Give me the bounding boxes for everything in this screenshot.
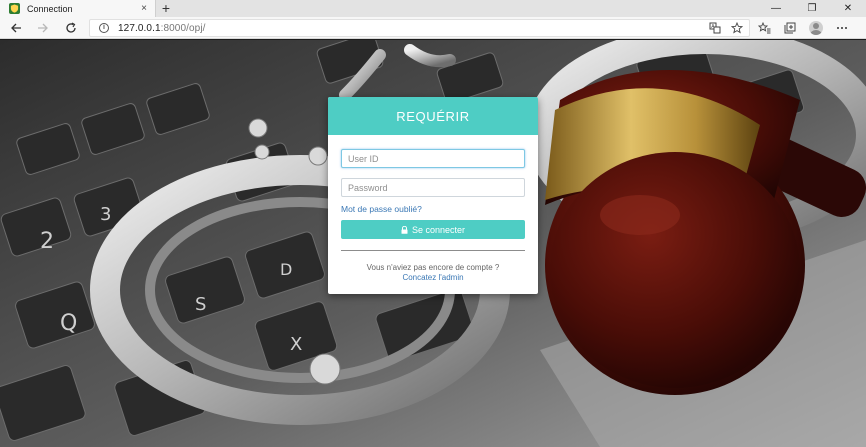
star-icon[interactable]	[731, 22, 743, 34]
refresh-button[interactable]	[62, 19, 80, 37]
browser-toolbar: i 127.0.0.1:8000/opj/ A	[0, 17, 866, 39]
address-bar[interactable]: i 127.0.0.1:8000/opj/ A	[89, 19, 750, 37]
divider	[341, 250, 525, 251]
svg-text:3: 3	[100, 204, 111, 225]
forward-button[interactable]	[34, 19, 52, 37]
minimize-button[interactable]: —	[758, 0, 794, 17]
forgot-password-link[interactable]: Mot de passe oublié?	[341, 204, 422, 214]
svg-text:S: S	[195, 294, 206, 315]
no-account-text: Vous n'aviez pas encore de compte ?	[366, 263, 500, 272]
tab-bar: Connection × + — ❐ ✕	[0, 0, 866, 17]
avatar	[809, 21, 823, 35]
login-button[interactable]: Se connecter	[341, 220, 525, 239]
login-card: REQUÉRIR Mot de passe oublié? Se connect…	[328, 97, 538, 294]
browser-tab[interactable]: Connection ×	[0, 0, 156, 17]
close-window-button[interactable]: ✕	[830, 0, 866, 17]
tab-close-icon[interactable]: ×	[137, 3, 151, 14]
user-id-input[interactable]	[341, 149, 525, 168]
info-icon[interactable]: i	[99, 23, 109, 33]
lock-icon	[401, 225, 408, 234]
login-button-label: Se connecter	[411, 224, 466, 235]
favorites-icon[interactable]	[755, 19, 773, 37]
refresh-icon	[66, 22, 76, 33]
contact-admin-link[interactable]: Concatez l'admin	[328, 273, 538, 282]
new-tab-button[interactable]: +	[159, 0, 173, 17]
back-button[interactable]	[7, 19, 25, 37]
password-input[interactable]	[341, 178, 525, 197]
translate-icon[interactable]: A	[709, 22, 721, 34]
svg-text:X: X	[290, 334, 302, 355]
back-arrow-icon	[11, 23, 21, 33]
svg-text:Q: Q	[60, 311, 77, 336]
forward-arrow-icon	[38, 23, 48, 33]
profile-icon[interactable]	[807, 19, 825, 37]
url-text: 127.0.0.1:8000/opj/	[118, 22, 206, 34]
svg-text:2: 2	[40, 229, 54, 254]
restore-button[interactable]: ❐	[794, 0, 830, 17]
svg-text:D: D	[280, 260, 292, 279]
collections-icon[interactable]	[781, 19, 799, 37]
tab-title: Connection	[27, 3, 73, 14]
shield-icon	[9, 3, 20, 14]
more-icon[interactable]	[833, 19, 851, 37]
page-viewport: 2 Q S X D 3 REQUÉRIR User ID Mot de pass…	[0, 40, 866, 447]
window-controls: — ❐ ✕	[758, 0, 866, 17]
login-title: REQUÉRIR	[328, 97, 538, 135]
